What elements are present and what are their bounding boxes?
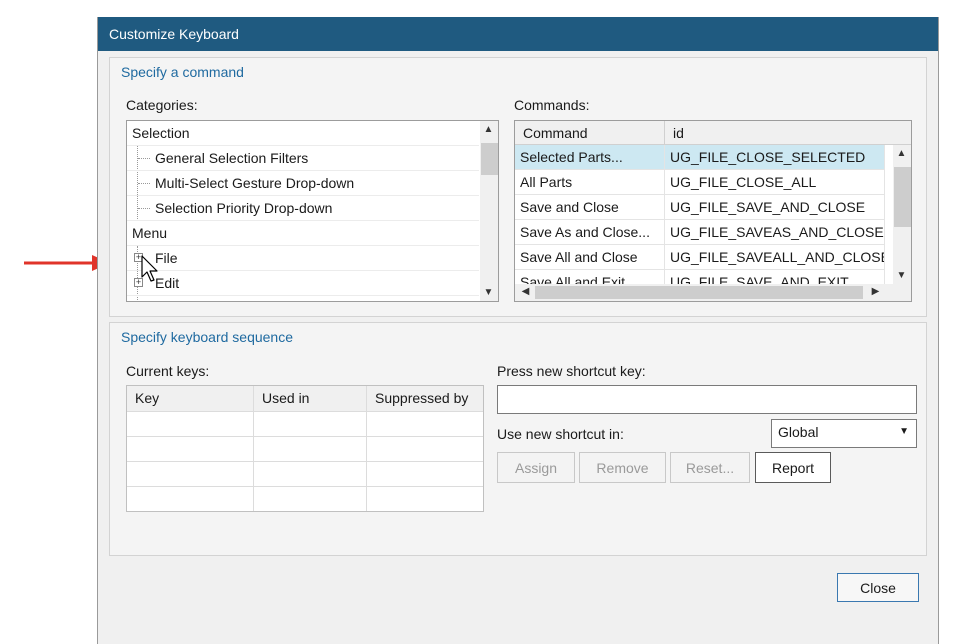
- current-keys-grid[interactable]: Key Used in Suppressed by: [126, 385, 484, 512]
- column-header-label: Used in: [262, 390, 310, 406]
- command-row[interactable]: Selected Parts... UG_FILE_CLOSE_SELECTED: [515, 145, 885, 170]
- empty-cell: [254, 462, 367, 487]
- tree-item-file[interactable]: + File: [127, 246, 479, 271]
- empty-cell: [127, 487, 254, 511]
- mouse-pointer-icon: [141, 255, 158, 282]
- tree-item-label: Menu: [132, 225, 168, 241]
- command-row[interactable]: Save and Close UG_FILE_SAVE_AND_CLOSE: [515, 195, 885, 220]
- commands-grid[interactable]: Command id Selected Parts... UG_FILE_CLO…: [514, 120, 912, 302]
- commands-label: Commands:: [514, 97, 590, 113]
- command-cell: Save and Close: [515, 195, 665, 220]
- tree-connector: [138, 158, 150, 159]
- press-shortcut-label: Press new shortcut key:: [497, 363, 646, 379]
- empty-cell: [254, 437, 367, 462]
- column-header-used-in[interactable]: Used in: [254, 386, 367, 412]
- tree-connector: [138, 183, 150, 184]
- tree-item-general-selection-filters[interactable]: General Selection Filters: [127, 146, 479, 171]
- tree-item-label: Selection Priority Drop-down: [155, 200, 333, 216]
- column-header-suppressed-by[interactable]: Suppressed by: [367, 386, 483, 412]
- command-row[interactable]: Save As and Close... UG_FILE_SAVEAS_AND_…: [515, 220, 885, 245]
- scrollbar-thumb[interactable]: [894, 167, 911, 227]
- use-shortcut-in-select[interactable]: Global ▼: [771, 419, 917, 448]
- empty-cell: [254, 412, 367, 437]
- current-keys-label: Current keys:: [126, 363, 210, 379]
- chevron-left-icon[interactable]: ◀: [517, 286, 534, 297]
- command-cell: Save As and Close...: [515, 220, 665, 245]
- column-header-id[interactable]: id: [665, 121, 911, 145]
- use-shortcut-in-label: Use new shortcut in:: [497, 426, 624, 442]
- id-cell: UG_FILE_SAVEALL_AND_CLOSE: [665, 245, 885, 270]
- id-cell: UG_FILE_SAVE_AND_CLOSE: [665, 195, 885, 220]
- tree-item-selection-priority[interactable]: Selection Priority Drop-down: [127, 196, 479, 221]
- chevron-up-icon[interactable]: ▲: [480, 124, 497, 135]
- command-cell: Selected Parts...: [515, 145, 665, 170]
- column-header-label: Suppressed by: [375, 390, 469, 406]
- id-cell: UG_FILE_SAVEAS_AND_CLOSE: [665, 220, 885, 245]
- reset-button[interactable]: Reset...: [670, 452, 750, 483]
- column-header-label: Command: [523, 125, 588, 141]
- commands-vscrollbar[interactable]: ▲ ▼: [893, 145, 911, 284]
- scrollbar-thumb[interactable]: [481, 143, 498, 175]
- empty-cell: [367, 462, 483, 487]
- use-shortcut-in-value: Global: [778, 424, 819, 440]
- empty-cell: [127, 437, 254, 462]
- report-button[interactable]: Report: [755, 452, 831, 483]
- scrollbar-thumb[interactable]: [535, 286, 863, 299]
- shortcut-key-input[interactable]: [497, 385, 917, 414]
- commands-hscrollbar[interactable]: ◀ ▶: [515, 284, 911, 301]
- tree-item-label: Multi-Select Gesture Drop-down: [155, 175, 355, 191]
- tree-item-label: General Selection Filters: [155, 150, 309, 166]
- remove-button[interactable]: Remove: [579, 452, 666, 483]
- empty-cell: [367, 487, 483, 511]
- column-header-command[interactable]: Command: [515, 121, 665, 145]
- chevron-up-icon[interactable]: ▲: [893, 148, 910, 159]
- specify-keyboard-title: Specify keyboard sequence: [121, 329, 293, 345]
- empty-cell: [127, 412, 254, 437]
- command-cell: All Parts: [515, 170, 665, 195]
- tree-connector: [138, 208, 150, 209]
- command-row[interactable]: All Parts UG_FILE_CLOSE_ALL: [515, 170, 885, 195]
- close-button[interactable]: Close: [837, 573, 919, 602]
- id-cell: UG_FILE_CLOSE_ALL: [665, 170, 885, 195]
- tree-item-edit[interactable]: + Edit: [127, 271, 479, 296]
- assign-button[interactable]: Assign: [497, 452, 575, 483]
- command-cell: Save All and Close: [515, 245, 665, 270]
- categories-tree[interactable]: Selection General Selection Filters Mult…: [126, 120, 499, 302]
- column-header-label: id: [673, 125, 684, 141]
- chevron-down-icon[interactable]: ▼: [480, 287, 497, 298]
- empty-cell: [127, 462, 254, 487]
- column-header-label: Key: [135, 390, 160, 406]
- dialog-title-bar: Customize Keyboard: [98, 17, 938, 51]
- empty-cell: [367, 412, 483, 437]
- specify-keyboard-group: Specify keyboard sequence Current keys: …: [109, 322, 927, 556]
- tree-item-multi-select-gesture[interactable]: Multi-Select Gesture Drop-down: [127, 171, 479, 196]
- empty-cell: [367, 437, 483, 462]
- specify-command-title: Specify a command: [121, 64, 244, 80]
- command-row[interactable]: Save All and Close UG_FILE_SAVEALL_AND_C…: [515, 245, 885, 270]
- dialog-title: Customize Keyboard: [109, 26, 239, 42]
- specify-command-group: Specify a command Categories: Commands: …: [109, 57, 927, 317]
- tree-item-menu[interactable]: Menu: [127, 221, 479, 246]
- customize-keyboard-dialog: Customize Keyboard Specify a command Cat…: [97, 17, 939, 644]
- tree-item-label: Selection: [132, 125, 190, 141]
- chevron-down-icon[interactable]: ▼: [893, 270, 910, 281]
- column-header-key[interactable]: Key: [127, 386, 254, 412]
- categories-scrollbar[interactable]: ▲ ▼: [480, 121, 498, 301]
- chevron-right-icon[interactable]: ▶: [867, 286, 884, 297]
- categories-label: Categories:: [126, 97, 198, 113]
- empty-cell: [254, 487, 367, 511]
- dropdown-caret-icon: ▼: [899, 426, 909, 437]
- id-cell: UG_FILE_CLOSE_SELECTED: [665, 145, 885, 170]
- tree-item-selection[interactable]: Selection: [127, 121, 479, 146]
